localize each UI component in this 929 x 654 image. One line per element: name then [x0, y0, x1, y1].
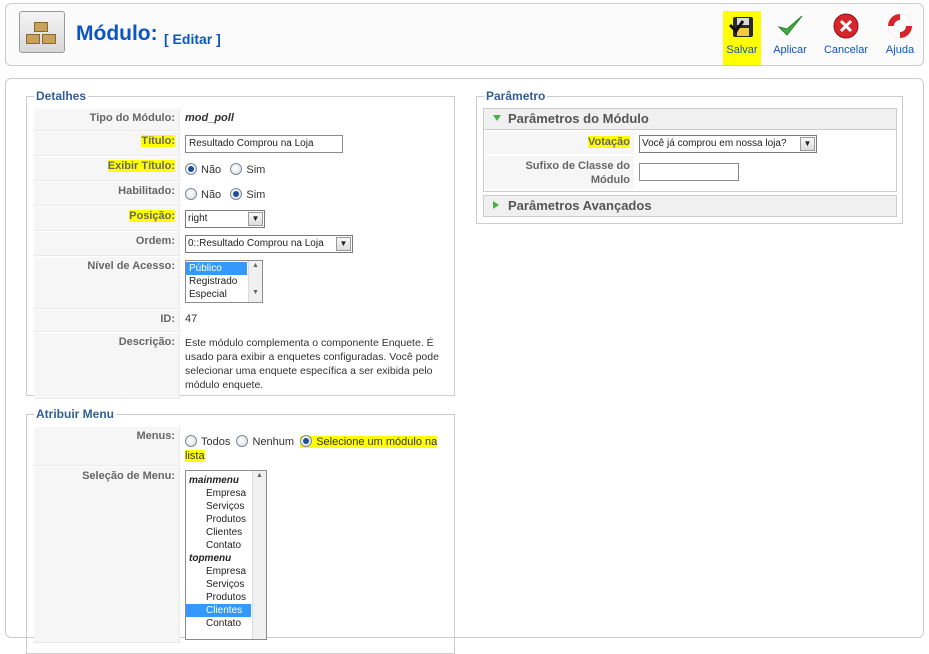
help-label: Ajuda: [885, 44, 915, 56]
exibir-no-label: Não: [201, 164, 222, 176]
save-label: Salvar: [726, 44, 758, 56]
titulo-label: Título:: [141, 135, 175, 147]
advanced-params-title: Parâmetros Avançados: [508, 198, 652, 213]
ordem-label: Ordem:: [34, 232, 180, 256]
acesso-label: Nível de Acesso:: [34, 257, 180, 309]
exibir-label: Exibir Título:: [107, 160, 175, 172]
apply-label: Aplicar: [773, 44, 807, 56]
tipo-label: Tipo do Módulo:: [34, 109, 180, 131]
params-legend: Parâmetro: [484, 89, 548, 103]
save-button[interactable]: Salvar: [720, 9, 764, 65]
menu-select-listbox[interactable]: mainmenu Empresa Serviços Produtos Clientes C…: [185, 470, 267, 640]
scroll-up-icon[interactable]: ▲: [249, 262, 262, 274]
habilitado-no-label: Não: [201, 189, 222, 201]
acesso-listbox[interactable]: Público Registrado Especial ▲ ▼: [185, 260, 263, 303]
chevron-down-icon: ▼: [800, 137, 815, 151]
cancel-button[interactable]: Cancelar: [820, 9, 872, 65]
exibir-no-radio[interactable]: [185, 163, 197, 175]
params-fieldset: Parâmetro Parâmetros do Módulo Votação V…: [476, 89, 903, 224]
selecao-label: Seleção de Menu:: [34, 467, 180, 643]
sufixo-label-1: Sufixo de Classe do: [525, 160, 630, 172]
votacao-select[interactable]: Você já comprou em nossa loja? ▼: [639, 135, 817, 153]
votacao-value: Você já comprou em nossa loja?: [642, 138, 787, 149]
descricao-label: Descrição:: [34, 333, 180, 399]
help-button[interactable]: Ajuda: [880, 9, 920, 65]
chevron-down-icon: ▼: [248, 212, 263, 226]
module-icon: [19, 11, 65, 53]
help-lifebuoy-icon: [888, 14, 912, 38]
id-label: ID:: [34, 310, 180, 332]
exibir-yes-radio[interactable]: [230, 163, 243, 175]
collapsed-triangle-icon: [493, 201, 499, 209]
scroll-down-icon[interactable]: ▼: [249, 289, 262, 301]
exibir-label-cell: Exibir Título:: [34, 157, 180, 181]
save-icon: [728, 17, 753, 37]
page-subtitle: [ Editar ]: [164, 31, 221, 47]
descricao-value: Este módulo complementa o componente Enq…: [185, 337, 439, 391]
menu-list-scrollbar[interactable]: ▲: [252, 471, 266, 639]
menus-select-label-cont: lista: [185, 450, 205, 462]
titulo-input[interactable]: Resultado Comprou na Loja: [185, 135, 343, 153]
page-title: Módulo:: [76, 22, 158, 45]
menus-label: Menus:: [34, 427, 180, 466]
votacao-label: Votação: [588, 136, 630, 148]
acesso-scrollbar[interactable]: ▲ ▼: [248, 261, 262, 302]
tipo-value: mod_poll: [185, 112, 234, 124]
posicao-label-cell: Posição:: [34, 207, 180, 231]
menus-none-radio[interactable]: [236, 435, 249, 447]
habilitado-yes-label: Sim: [246, 189, 266, 201]
votacao-label-cell: Votação: [485, 132, 634, 154]
sufixo-label-2: Módulo: [590, 174, 630, 186]
sufixo-input[interactable]: [639, 163, 739, 181]
ordem-select[interactable]: 0::Resultado Comprou na Loja ▼: [185, 235, 353, 253]
posicao-select[interactable]: right ▼: [185, 210, 265, 228]
posicao-value: right: [188, 213, 208, 224]
apply-button[interactable]: Aplicar: [768, 9, 812, 65]
exibir-yes-label: Sim: [246, 164, 266, 176]
menus-select-radio[interactable]: [300, 435, 313, 447]
chevron-down-icon: ▼: [336, 237, 351, 251]
scroll-up-icon[interactable]: ▲: [253, 472, 266, 484]
menus-none-label: Nenhum: [252, 436, 295, 448]
menu-assign-legend: Atribuir Menu: [34, 407, 116, 421]
cancel-label: Cancelar: [823, 44, 869, 56]
id-value: 47: [185, 313, 198, 325]
habilitado-label: Habilitado:: [34, 182, 180, 206]
habilitado-yes-radio[interactable]: [230, 188, 243, 200]
menus-all-label: Todos: [201, 436, 231, 448]
module-params-body: Votação Você já comprou em nossa loja? ▼…: [483, 130, 897, 192]
menu-assign-table: Menus: Todos Nenhum Selecione um módulo …: [33, 426, 451, 644]
expanded-triangle-icon: [493, 115, 501, 121]
advanced-params-header[interactable]: Parâmetros Avançados: [483, 195, 897, 217]
details-table: Tipo do Módulo: mod_poll Título: Resulta…: [33, 108, 451, 400]
titulo-label-cell: Título:: [34, 132, 180, 156]
module-params-title: Parâmetros do Módulo: [508, 111, 649, 126]
menus-select-label: Selecione um módulo na: [316, 436, 438, 448]
menu-list-item[interactable]: Clientes: [186, 604, 251, 617]
details-legend: Detalhes: [34, 89, 89, 103]
ordem-value: 0::Resultado Comprou na Loja: [188, 238, 324, 249]
apply-check-icon: [777, 15, 803, 36]
posicao-label: Posição:: [129, 210, 175, 222]
habilitado-no-radio[interactable]: [185, 188, 197, 200]
cancel-icon: [833, 13, 859, 39]
sufixo-label-cell: Sufixo de Classe do Módulo: [485, 156, 634, 188]
menus-all-radio[interactable]: [185, 435, 197, 447]
module-params-header[interactable]: Parâmetros do Módulo: [483, 108, 897, 130]
acesso-option[interactable]: Público: [186, 262, 247, 275]
